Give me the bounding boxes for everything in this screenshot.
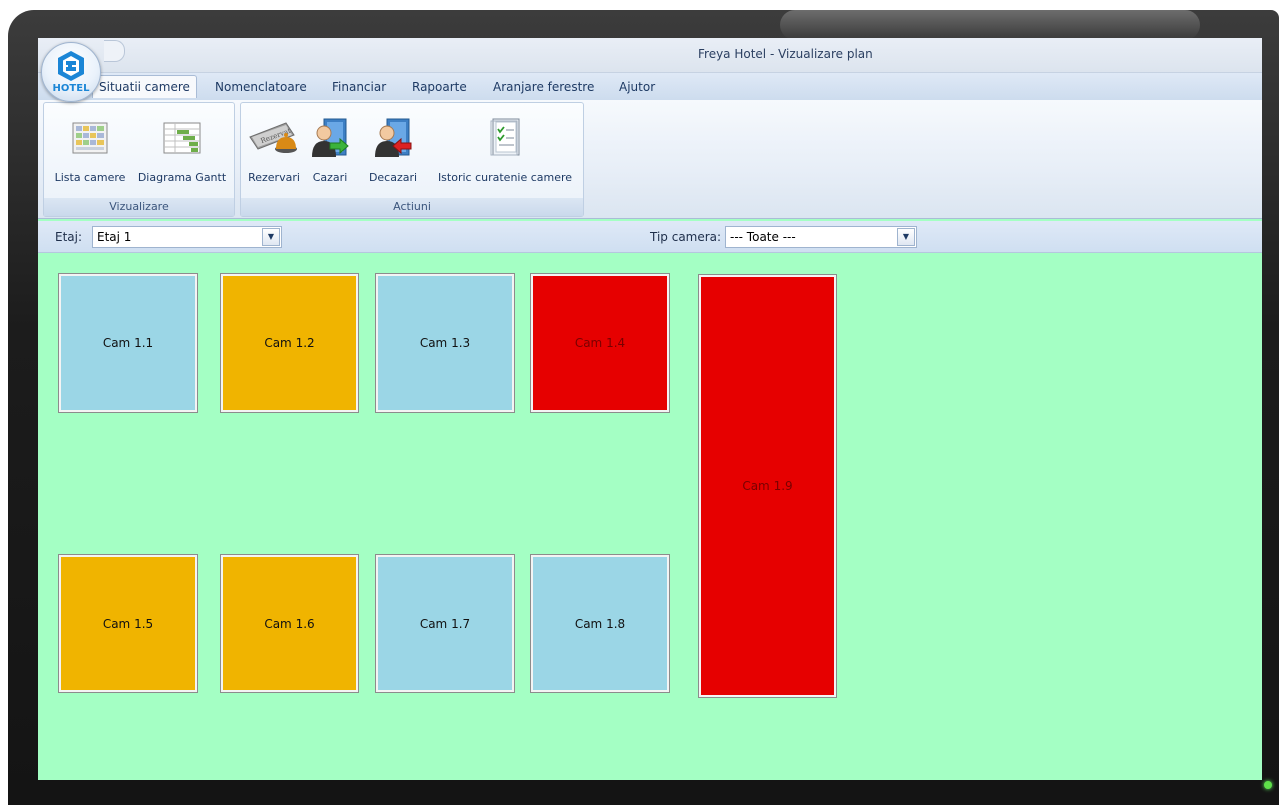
tab-situatii-camere[interactable]: Situatii camere	[92, 75, 197, 98]
ribbon: Lista camere Diagrama Gantt Vizualizare …	[38, 100, 1262, 219]
diagrama-gantt-button[interactable]: Diagrama Gantt	[134, 115, 230, 184]
room-type-label: Tip camera:	[650, 230, 722, 244]
hotel-logo-icon	[58, 51, 84, 81]
tab-nomenclatoare[interactable]: Nomenclatoare	[209, 77, 313, 97]
app-orb-text: HOTEL	[52, 83, 90, 94]
quick-access-toolbar[interactable]	[104, 40, 125, 62]
app-window: Freya Hotel - Vizualizare plan HOTEL Sit…	[38, 38, 1262, 780]
power-led	[1264, 781, 1272, 789]
tab-aranjare-ferestre[interactable]: Aranjare ferestre	[487, 77, 600, 97]
room-tile[interactable]: Cam 1.5	[58, 554, 198, 693]
ribbon-group-actiuni: Rezervat Rezervari Cazari Decazari Istor…	[240, 102, 584, 217]
room-tile[interactable]: Cam 1.7	[375, 554, 515, 693]
floor-plan: Cam 1.1 Cam 1.2 Cam 1.3 Cam 1.4 Cam 1.5 …	[38, 253, 1262, 780]
title-bar: Freya Hotel - Vizualizare plan	[38, 38, 1262, 73]
cazari-button[interactable]: Cazari	[307, 115, 353, 184]
floor-select-value: Etaj 1	[97, 230, 132, 244]
room-label: Cam 1.1	[102, 336, 154, 350]
tab-rapoarte[interactable]: Rapoarte	[406, 77, 473, 97]
window-title: Freya Hotel - Vizualizare plan	[698, 47, 873, 61]
room-tile[interactable]: Cam 1.4	[530, 273, 670, 413]
istoric-curatenie-button[interactable]: Istoric curatenie camere	[431, 115, 579, 184]
room-label: Cam 1.9	[742, 479, 793, 493]
room-label: Cam 1.2	[264, 336, 315, 350]
floor-label: Etaj:	[55, 230, 83, 244]
app-menu-orb[interactable]: HOTEL	[41, 42, 101, 102]
chevron-down-icon[interactable]: ▼	[897, 228, 915, 246]
tab-ajutor[interactable]: Ajutor	[613, 77, 661, 97]
room-tile[interactable]: Cam 1.9	[698, 274, 837, 698]
ribbon-group-vizualizare: Lista camere Diagrama Gantt Vizualizare	[43, 102, 235, 217]
room-tile[interactable]: Cam 1.1	[58, 273, 198, 413]
diagrama-gantt-label: Diagrama Gantt	[137, 171, 227, 184]
room-label: Cam 1.7	[419, 616, 471, 631]
room-type-select[interactable]: --- Toate --- ▼	[725, 226, 917, 248]
cazari-label: Cazari	[312, 171, 348, 184]
group-label-vizualizare: Vizualizare	[44, 198, 234, 216]
lista-camere-label: Lista camere	[54, 171, 126, 184]
room-label: Cam 1.3	[419, 336, 471, 350]
cleaning-history-icon	[490, 118, 520, 156]
rezervari-label: Rezervari	[248, 171, 300, 184]
room-label: Cam 1.4	[574, 336, 626, 350]
room-type-select-value: --- Toate ---	[730, 230, 796, 244]
decazari-button[interactable]: Decazari	[367, 115, 419, 184]
room-label: Cam 1.5	[102, 616, 154, 631]
gantt-chart-icon	[163, 122, 201, 154]
lista-camere-button[interactable]: Lista camere	[48, 115, 132, 184]
check-out-icon	[375, 118, 412, 157]
floor-select[interactable]: Etaj 1 ▼	[92, 226, 282, 248]
decazari-label: Decazari	[368, 171, 418, 184]
room-list-icon	[72, 122, 108, 154]
filter-bar: Etaj: Etaj 1 ▼ Tip camera: --- Toate ---…	[38, 221, 1262, 253]
check-in-icon	[312, 118, 349, 157]
menu-tab-bar: Situatii camere Nomenclatoare Financiar …	[38, 73, 1262, 100]
group-label-actiuni: Actiuni	[241, 198, 583, 216]
bezel-shine	[780, 10, 1200, 40]
room-tile[interactable]: Cam 1.2	[220, 273, 359, 413]
room-label: Cam 1.8	[574, 616, 626, 631]
istoric-curatenie-label: Istoric curatenie camere	[437, 171, 573, 184]
room-tile[interactable]: Cam 1.3	[375, 273, 515, 413]
rezervari-button[interactable]: Rezervat Rezervari	[245, 115, 303, 184]
reservation-bell-icon: Rezervat	[249, 122, 297, 153]
room-tile[interactable]: Cam 1.6	[220, 554, 359, 693]
room-tile[interactable]: Cam 1.8	[530, 554, 670, 693]
chevron-down-icon[interactable]: ▼	[262, 228, 280, 246]
room-label: Cam 1.6	[264, 616, 315, 631]
tab-financiar[interactable]: Financiar	[326, 77, 392, 97]
